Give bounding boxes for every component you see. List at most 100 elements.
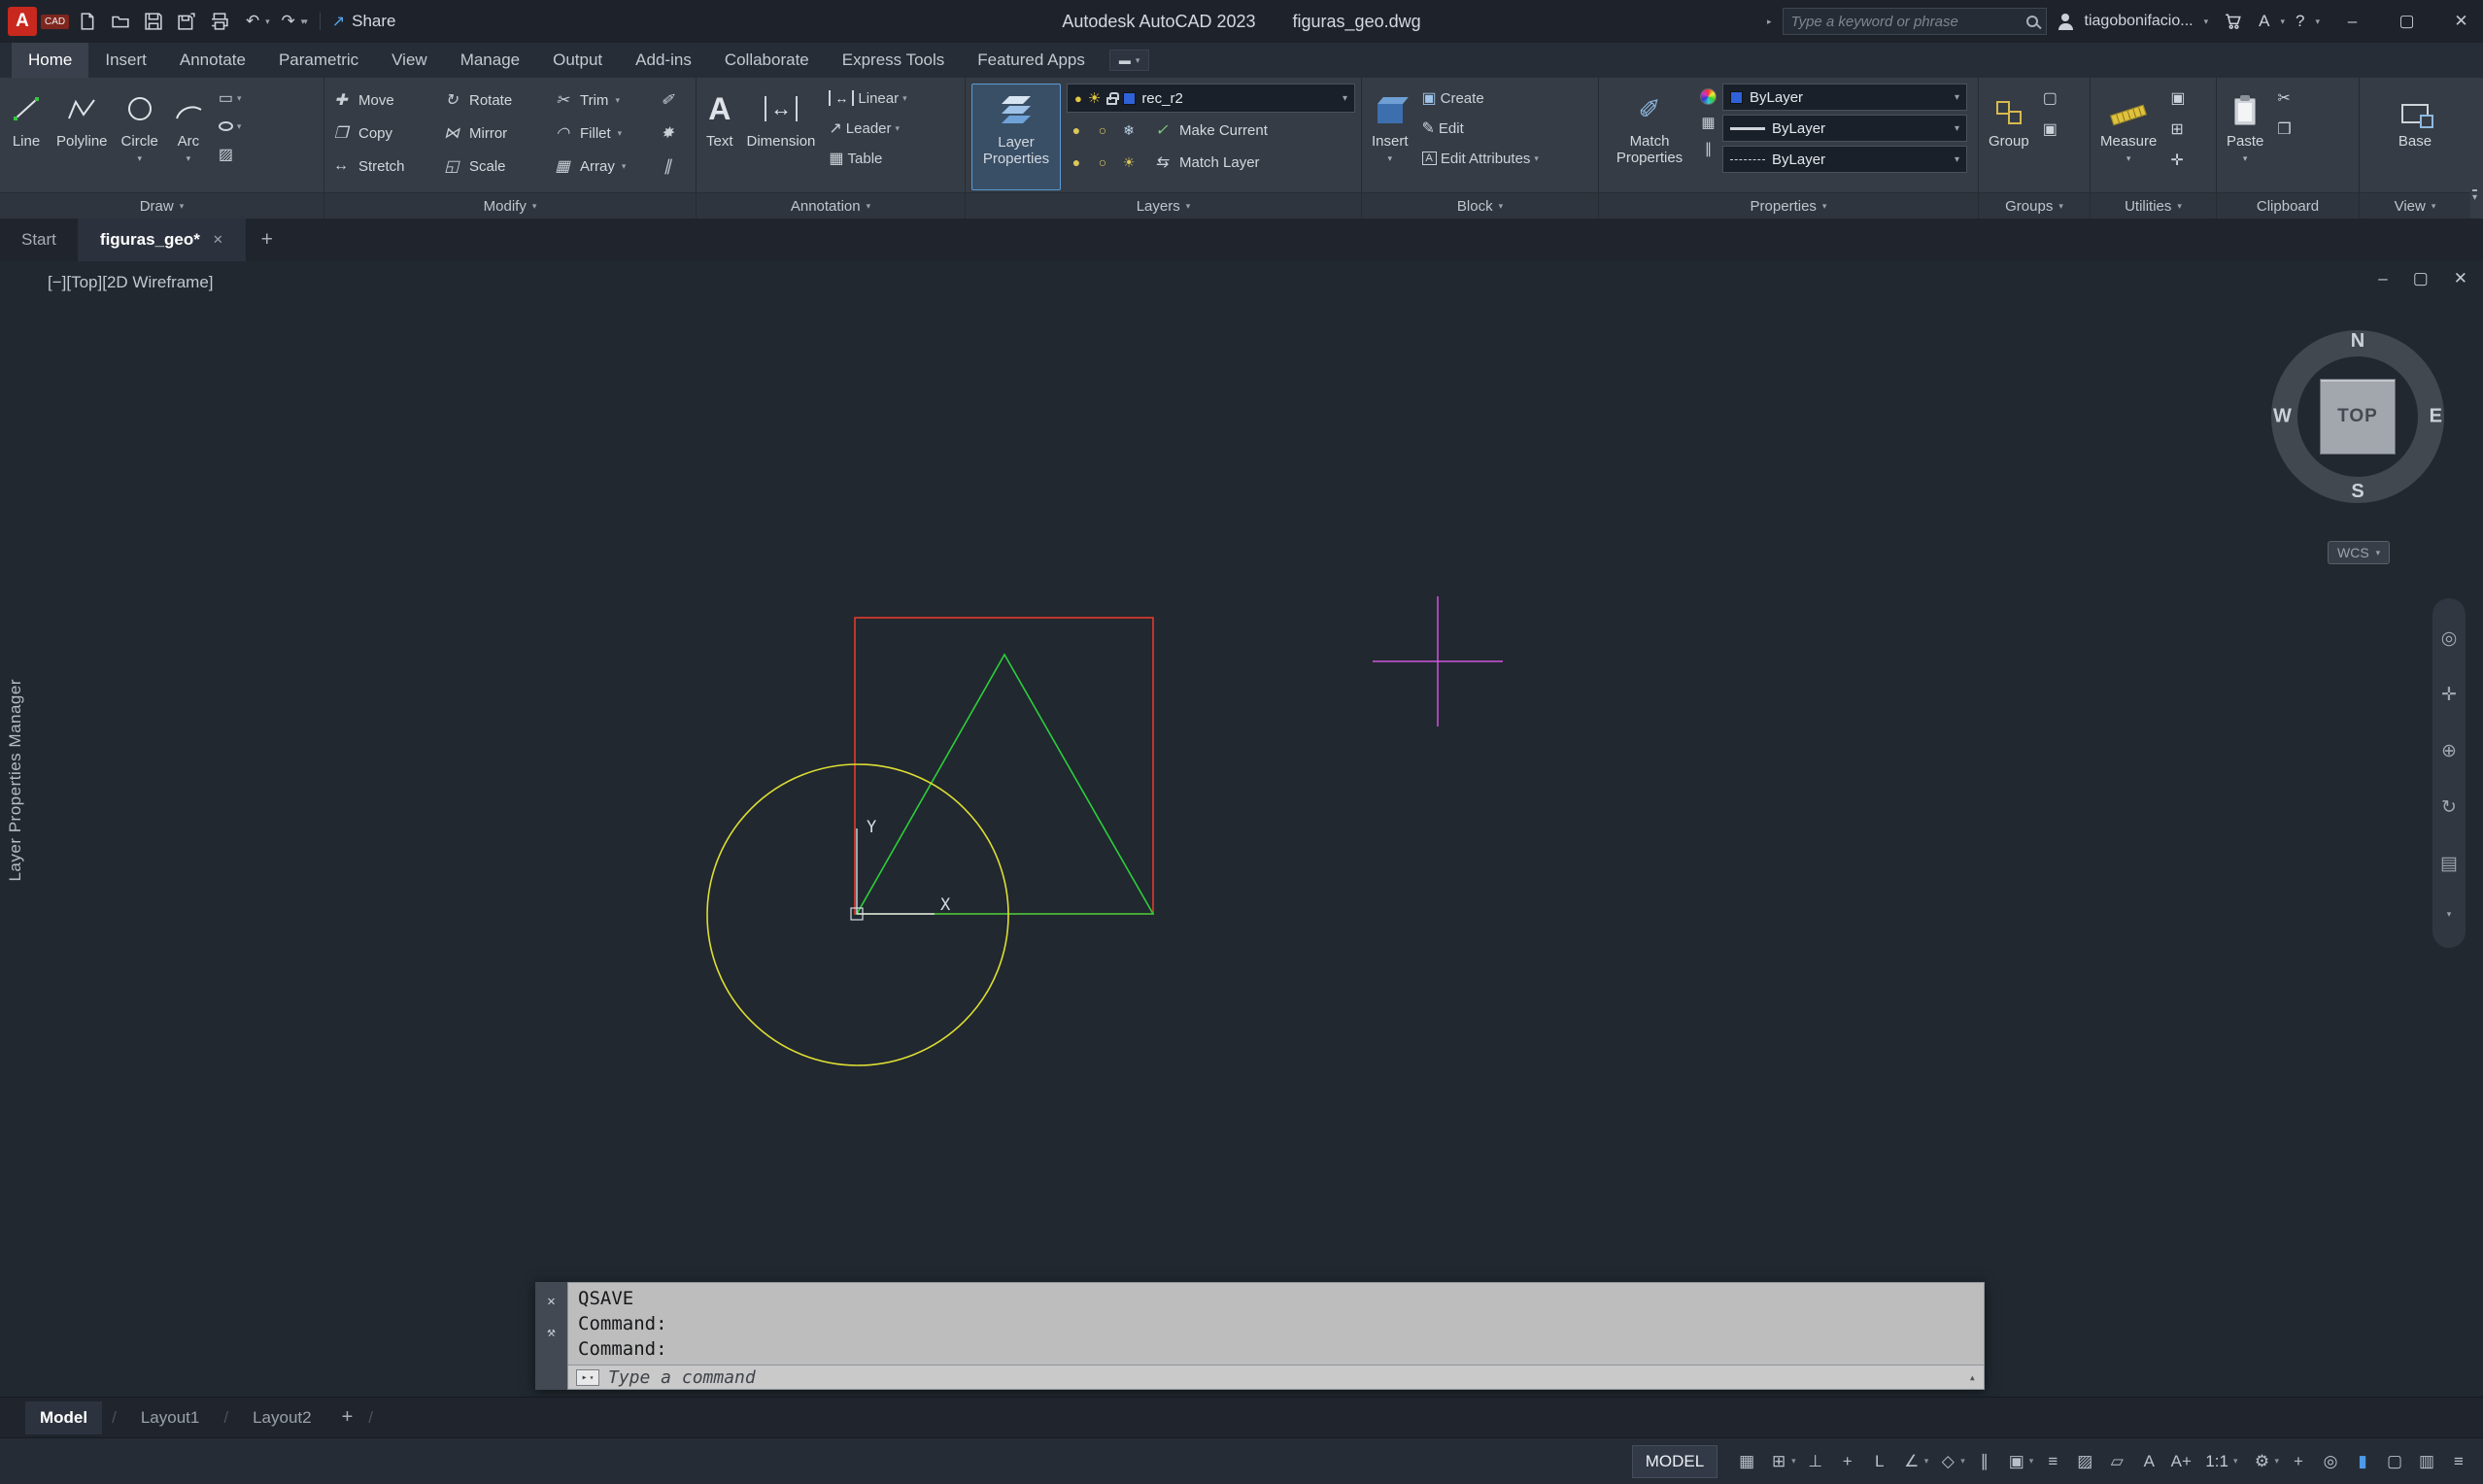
move-button[interactable]: ✚ Move (330, 90, 439, 110)
transparency-icon[interactable]: ▨ (2070, 1444, 2099, 1479)
ribbon-tab-collaborate[interactable]: Collaborate (708, 43, 826, 78)
linetype-list-icon[interactable]: ∥ (1705, 140, 1713, 157)
copy-clip-tool[interactable]: ❒ (2277, 118, 2291, 141)
autoscale-icon[interactable]: A+ (2166, 1444, 2195, 1479)
user-menu-caret-icon[interactable]: ▾ (2204, 17, 2209, 27)
new-file-icon[interactable] (73, 7, 102, 36)
copy-button[interactable]: ❒ Copy (330, 123, 439, 143)
layer-properties-button[interactable]: Layer Properties (971, 84, 1061, 190)
leader-caret-icon[interactable]: ▾ (896, 123, 901, 134)
insert-caret-icon[interactable]: ▾ (1387, 151, 1392, 167)
line-button[interactable]: Line (6, 84, 47, 190)
polar-tracking-caret-icon[interactable]: ▾ (1924, 1456, 1929, 1467)
isometric-drafting-icon[interactable]: ◇ (1933, 1444, 1962, 1479)
layer-properties-manager-palette-tab[interactable]: Layer Properties Manager (6, 679, 25, 882)
match-properties-button[interactable]: ✐ Match Properties (1605, 84, 1694, 190)
layer-off-icon[interactable]: ● (1067, 122, 1086, 138)
layer-dropdown[interactable]: ● ☀ rec_r2 ▾ (1067, 84, 1355, 113)
search-icon[interactable] (2025, 16, 2038, 27)
lineweight-caret-icon[interactable]: ▾ (1955, 123, 1959, 134)
ribbon-tab-parametric[interactable]: Parametric (262, 43, 375, 78)
match-layer-button[interactable]: ⇆ Match Layer (1151, 152, 1259, 172)
save-as-icon[interactable] (172, 7, 201, 36)
arc-caret-icon[interactable]: ▾ (187, 151, 191, 167)
command-input[interactable] (608, 1366, 1960, 1388)
assistant-caret-icon[interactable]: ▾ (2280, 17, 2285, 27)
circle-ca​ret-icon[interactable]: ▾ (137, 151, 142, 167)
layer-lock-icon[interactable] (1106, 91, 1119, 105)
autocad-logo-icon[interactable]: A (8, 7, 37, 36)
selection-cycling-icon[interactable]: ▱ (2102, 1444, 2131, 1479)
tab-start[interactable]: Start (0, 219, 79, 261)
undo-icon[interactable]: ↶ (238, 7, 267, 36)
viewcube-north[interactable]: N (2351, 330, 2364, 353)
polar-tracking-icon[interactable]: ∠ (1897, 1444, 1926, 1479)
viewport-minimize-icon[interactable]: – (2378, 269, 2387, 288)
showmotion-icon[interactable]: ▤ (2440, 853, 2458, 875)
ribbon-tab-express-tools[interactable]: Express Tools (826, 43, 962, 78)
window-maximize-button[interactable]: ▢ (2385, 0, 2429, 43)
search-collapse-icon[interactable]: ▸ (1767, 17, 1772, 27)
measure-caret-icon[interactable]: ▾ (2126, 151, 2131, 167)
help-caret-icon[interactable]: ▾ (2315, 17, 2320, 27)
viewport-close-icon[interactable]: ✕ (2454, 269, 2467, 288)
annotation-monitor-icon[interactable]: + (2284, 1444, 2313, 1479)
insert-block-button[interactable]: Insert ▾ (1368, 84, 1412, 190)
layer-isolate-icon[interactable]: ○ (1093, 122, 1112, 138)
lineweight-dropdown[interactable]: ByLayer ▾ (1722, 115, 1967, 142)
viewcube-top-face[interactable]: TOP (2320, 379, 2396, 455)
layer-on-bulb-icon[interactable]: ● (1074, 91, 1082, 106)
user-avatar-icon[interactable] (2058, 13, 2074, 30)
object-snap-icon[interactable]: ▣ (2002, 1444, 2031, 1479)
ribbon-tab-home[interactable]: Home (12, 43, 89, 78)
ribbon-tab-view[interactable]: View (375, 43, 444, 78)
open-file-icon[interactable] (106, 7, 135, 36)
save-icon[interactable] (139, 7, 168, 36)
tab-model[interactable]: Model (25, 1400, 103, 1434)
mirror-button[interactable]: ⋈ Mirror (441, 123, 550, 143)
window-minimize-button[interactable]: – (2330, 0, 2374, 43)
groups-panel-label[interactable]: Groups ▾ (1979, 192, 2090, 219)
viewcube[interactable]: N S W E TOP (2265, 324, 2450, 509)
text-button[interactable]: A Text (702, 84, 737, 190)
customization-menu-icon[interactable]: ≡ (2444, 1444, 2473, 1479)
navigation-wheel-icon[interactable]: ◎ (2441, 627, 2458, 650)
id-point-tool[interactable]: ✛ (2170, 149, 2185, 172)
isometric-drafting-caret-icon[interactable]: ▾ (1960, 1456, 1965, 1467)
viewcube-south[interactable]: S (2351, 481, 2364, 503)
circle-button[interactable]: Circle ▾ (118, 84, 162, 190)
array-button[interactable]: ▦ Array ▾ (552, 156, 655, 176)
linear-dimension-tool[interactable]: ↔ Linear ▾ (829, 86, 907, 110)
wcs-menu[interactable]: WCS ▾ (2328, 541, 2391, 564)
layer-on-icon[interactable]: ● (1067, 154, 1086, 170)
rotate-button[interactable]: ↻ Rotate (441, 90, 550, 110)
rectangle-caret-icon[interactable]: ▾ (237, 93, 242, 104)
draw-panel-label[interactable]: Draw ▾ (0, 192, 323, 219)
command-history[interactable]: QSAVE Command: Command: (567, 1282, 1985, 1365)
ungroup-tool[interactable]: ▢ (2043, 86, 2058, 110)
performance-monitor-icon[interactable]: ▢ (2380, 1444, 2409, 1479)
linear-caret-icon[interactable]: ▾ (902, 93, 907, 104)
help-icon[interactable]: ? (2296, 12, 2304, 31)
object-snap-caret-icon[interactable]: ▾ (2029, 1456, 2034, 1467)
ellipse-tool[interactable]: ▾ (218, 115, 242, 138)
workspace-switching-icon[interactable]: ⚙ (2247, 1444, 2276, 1479)
viewcube-west[interactable]: W (2273, 406, 2292, 428)
signed-in-user[interactable]: tiagobonifacio... (2085, 13, 2194, 30)
scale-button[interactable]: ◱ Scale (441, 156, 550, 176)
annotation-panel-label[interactable]: Annotation ▾ (697, 192, 965, 219)
window-close-button[interactable]: ✕ (2439, 0, 2483, 43)
drawing-canvas[interactable]: YX (0, 261, 2483, 1397)
tab-close-icon[interactable]: ✕ (213, 232, 223, 248)
linetype-caret-icon[interactable]: ▾ (1955, 154, 1959, 165)
dynamic-input-icon[interactable]: + (1833, 1444, 1862, 1479)
infer-constraints-icon[interactable]: ⊥ (1801, 1444, 1830, 1479)
ribbon-tab-annotate[interactable]: Annotate (163, 43, 262, 78)
fillet-button[interactable]: ◠ Fillet ▾ (552, 123, 655, 143)
snap-mode-icon[interactable]: ⊞ (1764, 1444, 1793, 1479)
ribbon-tab-featured-apps[interactable]: Featured Apps (961, 43, 1102, 78)
layers-panel-label[interactable]: Layers ▾ (966, 192, 1361, 219)
leader-tool[interactable]: ↗ Leader ▾ (829, 117, 906, 140)
ribbon-tab-insert[interactable]: Insert (88, 43, 163, 78)
hatch-tool[interactable]: ▨ (219, 143, 242, 166)
